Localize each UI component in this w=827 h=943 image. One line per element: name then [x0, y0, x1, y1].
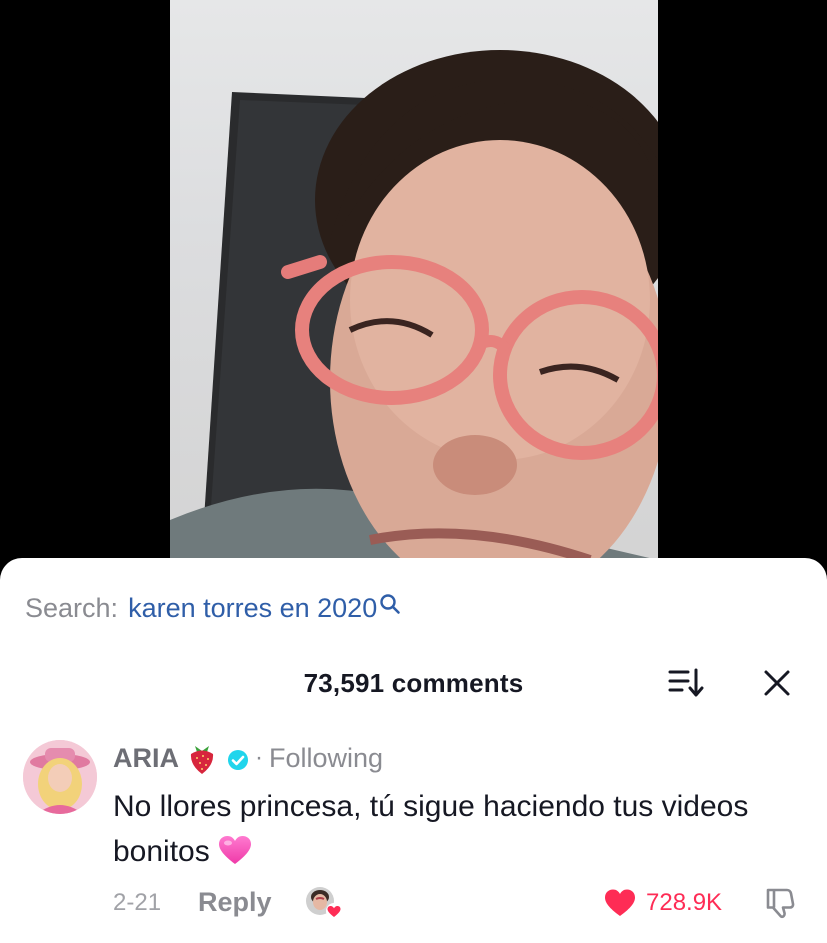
strawberry-icon: [187, 741, 217, 775]
comment-body: No llores princesa, tú sigue haciendo tu…: [113, 784, 793, 874]
following-label: Following: [269, 742, 384, 773]
verified-icon: [227, 747, 249, 770]
like-button[interactable]: 728.9K: [604, 886, 722, 920]
creator-liked-icon[interactable]: [304, 885, 344, 921]
avatar[interactable]: [23, 740, 97, 814]
reply-button[interactable]: Reply: [198, 887, 272, 918]
comment-date: 2-21: [113, 889, 162, 916]
comment-username[interactable]: ARIA: [113, 743, 179, 774]
search-icon[interactable]: [379, 591, 401, 614]
video-thumbnail: [170, 50, 658, 580]
comment-author-row: ARIA · Following: [113, 738, 383, 778]
like-count: 728.9K: [646, 889, 723, 916]
comment-text: No llores princesa, tú sigue haciendo tu…: [113, 790, 749, 868]
comment-item: ARIA · Following No llores princesa, tú …: [0, 738, 827, 928]
comment-actions: 2-21 Reply 728.9K: [0, 883, 827, 923]
sort-icon[interactable]: [668, 666, 706, 700]
separator-dot: ·: [255, 744, 263, 771]
video-player[interactable]: [0, 0, 827, 580]
search-term-link[interactable]: karen torres en 2020: [128, 593, 377, 624]
close-icon[interactable]: [760, 666, 794, 700]
search-prefix: Search:: [25, 592, 119, 623]
dislike-icon[interactable]: [763, 886, 797, 920]
comments-header: 73,591 comments: [0, 664, 827, 700]
pink-heart-emoji: [218, 833, 252, 864]
comments-sheet: Search: karen torres en 2020 73,591 comm…: [0, 558, 827, 943]
video-frame[interactable]: [170, 0, 658, 580]
heart-icon: [604, 888, 636, 918]
search-suggestion[interactable]: Search: karen torres en 2020: [25, 588, 401, 628]
